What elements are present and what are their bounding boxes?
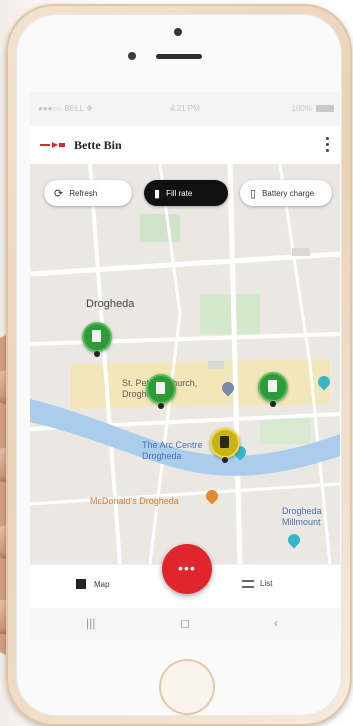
- more-actions-label: •••: [178, 560, 196, 576]
- refresh-button[interactable]: ⟳ Refresh: [44, 180, 132, 206]
- status-bar: ●●●○○ BELL ❖ 4:21 PM 100%: [30, 92, 340, 126]
- map-canvas: [30, 164, 340, 564]
- road: [30, 332, 340, 346]
- product-photo: ●●●○○ BELL ❖ 4:21 PM 100% Bette Bin ⟳ Re…: [0, 0, 353, 726]
- tab-map[interactable]: Map: [76, 579, 110, 589]
- fill-rate-label: Fill rate: [166, 188, 193, 198]
- home-nav-button[interactable]: ◻: [180, 616, 190, 630]
- more-menu-icon[interactable]: [324, 136, 330, 154]
- bin-icon: [220, 436, 229, 448]
- back-button[interactable]: ‹: [274, 616, 278, 630]
- battery-charge-label: Battery charge: [262, 188, 315, 198]
- app-logo-icon: [40, 142, 65, 148]
- recent-apps-button[interactable]: |||: [86, 616, 95, 630]
- bin-marker-green[interactable]: [258, 372, 288, 407]
- map-label-mcdonalds: McDonald's Drogheda: [90, 496, 179, 506]
- carrier-text: ●●●○○ BELL ❖: [38, 104, 94, 113]
- park-area: [140, 214, 180, 242]
- fill-rate-icon: ▮: [154, 187, 161, 200]
- bin-marker-green[interactable]: [82, 322, 112, 357]
- battery-percent: 100%: [291, 104, 312, 113]
- app-screen: ●●●○○ BELL ❖ 4:21 PM 100% Bette Bin ⟳ Re…: [30, 92, 340, 640]
- proximity-sensor: [128, 52, 136, 60]
- tab-map-label: Map: [94, 579, 110, 589]
- more-actions-button[interactable]: •••: [162, 544, 212, 594]
- battery-icon: ▯: [250, 187, 257, 200]
- app-header: Bette Bin: [30, 126, 340, 165]
- road: [30, 482, 340, 506]
- app-title: Bette Bin: [74, 138, 122, 152]
- bin-icon: [156, 382, 165, 394]
- tab-list[interactable]: List: [242, 579, 272, 588]
- front-camera: [174, 28, 182, 36]
- bin-icon: [92, 330, 101, 342]
- system-nav-bar: ||| ◻ ‹: [30, 608, 340, 640]
- refresh-icon: ⟳: [54, 187, 64, 200]
- fill-rate-button[interactable]: ▮ Fill rate: [144, 180, 228, 206]
- battery-icon: [316, 105, 334, 112]
- tab-list-label: List: [260, 579, 273, 588]
- home-button[interactable]: [159, 659, 215, 715]
- map-icon: [76, 579, 86, 589]
- list-icon: [242, 579, 254, 588]
- bin-marker-green[interactable]: [146, 374, 176, 409]
- park-area: [200, 294, 260, 334]
- earpiece-speaker: [156, 54, 202, 59]
- map-view[interactable]: ⟳ Refresh ▮ Fill rate ▯ Battery charge D…: [30, 164, 340, 564]
- map-label-millmount: Drogheda Millmount: [282, 506, 322, 527]
- battery-charge-button[interactable]: ▯ Battery charge: [240, 180, 332, 206]
- bin-icon: [268, 380, 277, 392]
- phone: ●●●○○ BELL ❖ 4:21 PM 100% Bette Bin ⟳ Re…: [6, 4, 352, 726]
- status-time: 4:21 PM: [170, 104, 200, 113]
- bin-marker-yellow[interactable]: [210, 428, 240, 463]
- map-label-drogheda: Drogheda: [86, 298, 135, 310]
- refresh-label: Refresh: [69, 188, 98, 198]
